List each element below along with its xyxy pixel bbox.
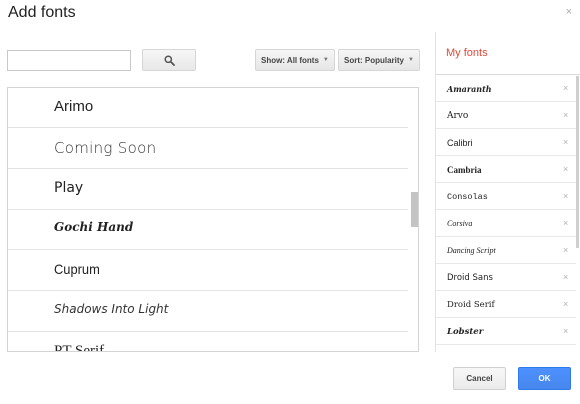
- my-font-name: Consolas: [447, 192, 488, 202]
- my-font-name: Arvo: [447, 111, 469, 121]
- font-search-input[interactable]: [7, 50, 131, 71]
- sort-label: Sort: Popularity: [344, 55, 405, 65]
- cancel-button[interactable]: Cancel: [453, 367, 506, 390]
- font-list-item[interactable]: Play: [8, 170, 408, 210]
- ok-button[interactable]: OK: [518, 367, 571, 390]
- remove-icon[interactable]: ×: [563, 164, 568, 174]
- my-fonts-list: Amaranth × Arvo × Calibri × Cambria × Co…: [436, 74, 580, 351]
- search-icon: [163, 54, 175, 66]
- font-name: Shadows Into Light: [54, 302, 169, 316]
- remove-icon[interactable]: ×: [563, 218, 568, 228]
- my-font-item: Cambria ×: [436, 156, 576, 183]
- font-name: Play: [54, 180, 84, 196]
- my-font-name: Droid Sans: [447, 273, 493, 283]
- close-icon[interactable]: ×: [566, 6, 572, 18]
- show-filter-dropdown[interactable]: Show: All fonts ▼: [255, 49, 335, 71]
- font-name: Coming Soon: [54, 139, 157, 157]
- my-font-item: Dancing Script ×: [436, 237, 576, 264]
- font-list-item[interactable]: Cuprum: [8, 251, 408, 291]
- my-font-item: Amaranth ×: [436, 75, 576, 102]
- sort-dropdown[interactable]: Sort: Popularity ▼: [338, 49, 420, 71]
- my-font-name: Droid Serif: [447, 300, 495, 310]
- my-fonts-scrollbar[interactable]: [576, 76, 579, 248]
- show-filter-label: Show: All fonts: [261, 55, 319, 65]
- chevron-down-icon: ▼: [322, 57, 329, 63]
- my-font-item: Corsiva ×: [436, 210, 576, 237]
- my-font-name: Lobster: [447, 327, 484, 337]
- search-button[interactable]: [142, 49, 196, 71]
- my-font-item: Arvo ×: [436, 102, 576, 129]
- remove-icon[interactable]: ×: [563, 83, 568, 93]
- my-font-item: Lobster ×: [436, 318, 576, 345]
- font-list-item[interactable]: Shadows Into Light: [8, 292, 408, 332]
- font-list-scrollbar[interactable]: [411, 192, 418, 227]
- my-font-item: Consolas ×: [436, 183, 576, 210]
- my-font-name: Cambria: [447, 165, 482, 175]
- my-font-name: Calibri: [447, 138, 473, 148]
- chevron-down-icon: ▼: [408, 57, 414, 63]
- remove-icon[interactable]: ×: [563, 326, 568, 336]
- dialog-title: Add fonts: [8, 4, 76, 21]
- font-name: Gochi Hand: [54, 220, 134, 234]
- font-list-item[interactable]: PT Serif: [8, 333, 408, 352]
- my-font-item: Droid Serif ×: [436, 291, 576, 318]
- remove-icon[interactable]: ×: [563, 272, 568, 282]
- my-font-item: Droid Sans ×: [436, 264, 576, 291]
- remove-icon[interactable]: ×: [563, 191, 568, 201]
- font-name: Cuprum: [54, 261, 100, 277]
- remove-icon[interactable]: ×: [563, 245, 568, 255]
- font-list[interactable]: Arimo Coming Soon Play Gochi Hand Cuprum…: [7, 87, 419, 352]
- remove-icon[interactable]: ×: [563, 110, 568, 120]
- font-list-item[interactable]: Coming Soon: [8, 129, 408, 169]
- font-list-item[interactable]: Gochi Hand: [8, 210, 408, 250]
- my-font-name: Dancing Script: [447, 246, 496, 255]
- my-font-name: Corsiva: [447, 219, 473, 228]
- remove-icon[interactable]: ×: [563, 299, 568, 309]
- my-font-name: Amaranth: [447, 84, 492, 94]
- my-font-item: Calibri ×: [436, 129, 576, 156]
- remove-icon[interactable]: ×: [563, 137, 568, 147]
- font-list-item[interactable]: Arimo: [8, 88, 408, 128]
- my-fonts-title: My fonts: [446, 47, 488, 59]
- font-name: PT Serif: [54, 343, 105, 352]
- font-name: Arimo: [54, 98, 94, 115]
